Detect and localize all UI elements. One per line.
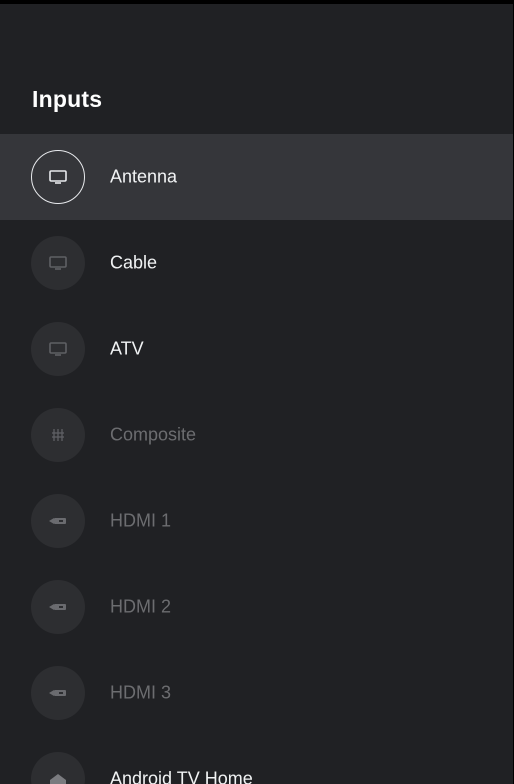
tv-icon	[31, 236, 85, 290]
input-label: Antenna	[110, 166, 178, 187]
tv-icon	[31, 322, 85, 376]
home-icon	[31, 752, 85, 784]
input-item-android-tv-home[interactable]: Android TV Home	[0, 736, 513, 784]
hdmi-icon	[31, 580, 85, 634]
input-label: HDMI 3	[110, 682, 172, 703]
composite-icon	[31, 408, 85, 462]
page-title: Inputs	[32, 86, 103, 112]
input-item-hdmi-3[interactable]: HDMI 3	[0, 650, 513, 736]
input-item-composite[interactable]: Composite	[0, 392, 513, 478]
input-item-antenna[interactable]: Antenna	[0, 134, 513, 220]
input-item-hdmi-2[interactable]: HDMI 2	[0, 564, 513, 650]
inputs-panel: Inputs Antenna Cable ATV Composite HDMI …	[0, 4, 513, 784]
input-label: ATV	[110, 338, 144, 359]
input-label: Android TV Home	[110, 768, 253, 784]
hdmi-icon	[31, 494, 85, 548]
input-label: Composite	[110, 424, 197, 445]
inputs-list: Antenna Cable ATV Composite HDMI 1 HDMI …	[0, 134, 513, 784]
panel-header: Inputs	[0, 4, 513, 134]
input-label: HDMI 1	[110, 510, 172, 531]
input-item-cable[interactable]: Cable	[0, 220, 513, 306]
hdmi-icon	[31, 666, 85, 720]
tv-icon	[31, 150, 85, 204]
input-item-hdmi-1[interactable]: HDMI 1	[0, 478, 513, 564]
input-label: Cable	[110, 252, 158, 273]
input-item-atv[interactable]: ATV	[0, 306, 513, 392]
input-label: HDMI 2	[110, 596, 172, 617]
